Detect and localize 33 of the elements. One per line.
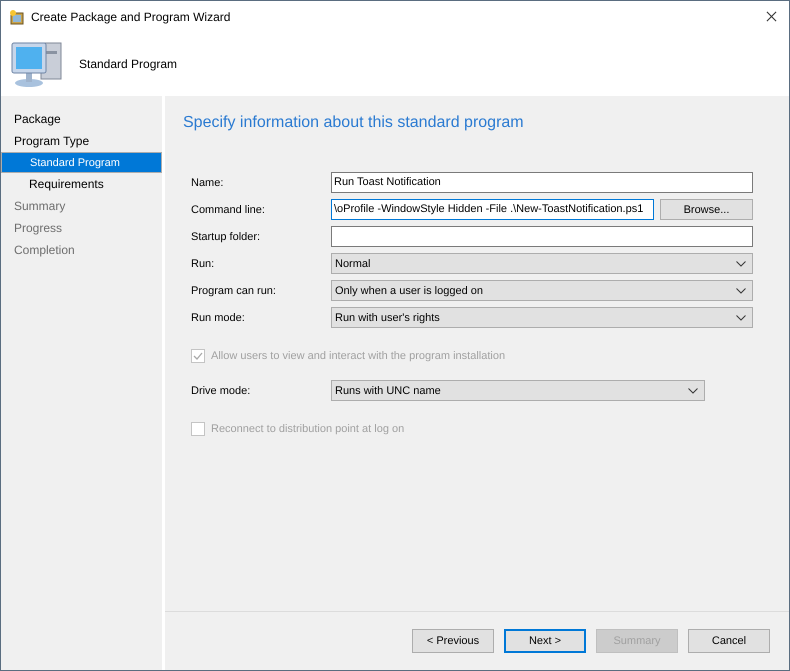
input-field[interactable]: \oProfile -WindowStyle Hidden -File .\New-ToastNotification.ps1 xyxy=(331,199,654,220)
sidebar-item[interactable]: Program Type xyxy=(1,130,162,152)
wizard-button[interactable]: Cancel xyxy=(688,629,770,653)
wizard-button[interactable]: Next > xyxy=(504,629,586,653)
browse-button[interactable]: Browse... xyxy=(660,199,753,220)
page-title: Standard Program xyxy=(79,57,178,71)
dropdown[interactable]: Only when a user is logged on xyxy=(331,280,753,301)
chevron-icon xyxy=(736,288,746,294)
chevron-icon xyxy=(736,314,746,320)
field-label: Program can run: xyxy=(191,284,277,296)
dropdown[interactable]: Run with user's rights xyxy=(331,307,753,328)
field-label: Command line: xyxy=(191,204,266,216)
field-label: Startup folder: xyxy=(191,230,262,242)
sidebar-item[interactable]: Package xyxy=(1,108,162,130)
field-label: Name: xyxy=(191,176,224,188)
window-title: Create Package and Program Wizard xyxy=(31,10,232,24)
page-heading: Specify information about this standard program xyxy=(183,114,525,132)
input-field[interactable]: Run Toast Notification xyxy=(331,172,753,193)
input-field[interactable] xyxy=(331,226,753,247)
field-label: Run: xyxy=(191,258,216,270)
chevron-icon xyxy=(736,260,746,266)
wizard-button[interactable]: < Previous xyxy=(412,629,494,653)
checkbox-label: Allow users to view and interact with the program installation xyxy=(211,350,506,362)
checkbox-label: Reconnect to distribution point at log on xyxy=(211,423,404,435)
sidebar-item[interactable]: Standard Program xyxy=(1,152,162,173)
chevron-icon xyxy=(688,388,698,394)
dropdown[interactable]: Runs with UNC name xyxy=(331,380,705,401)
dropdown[interactable]: Normal xyxy=(331,253,753,274)
field-label: Drive mode: xyxy=(191,384,252,396)
close-icon[interactable] xyxy=(766,11,777,22)
wizard-icon xyxy=(9,8,25,24)
field-label: Run mode: xyxy=(191,312,246,324)
sidebar-item[interactable]: Requirements xyxy=(1,173,162,195)
